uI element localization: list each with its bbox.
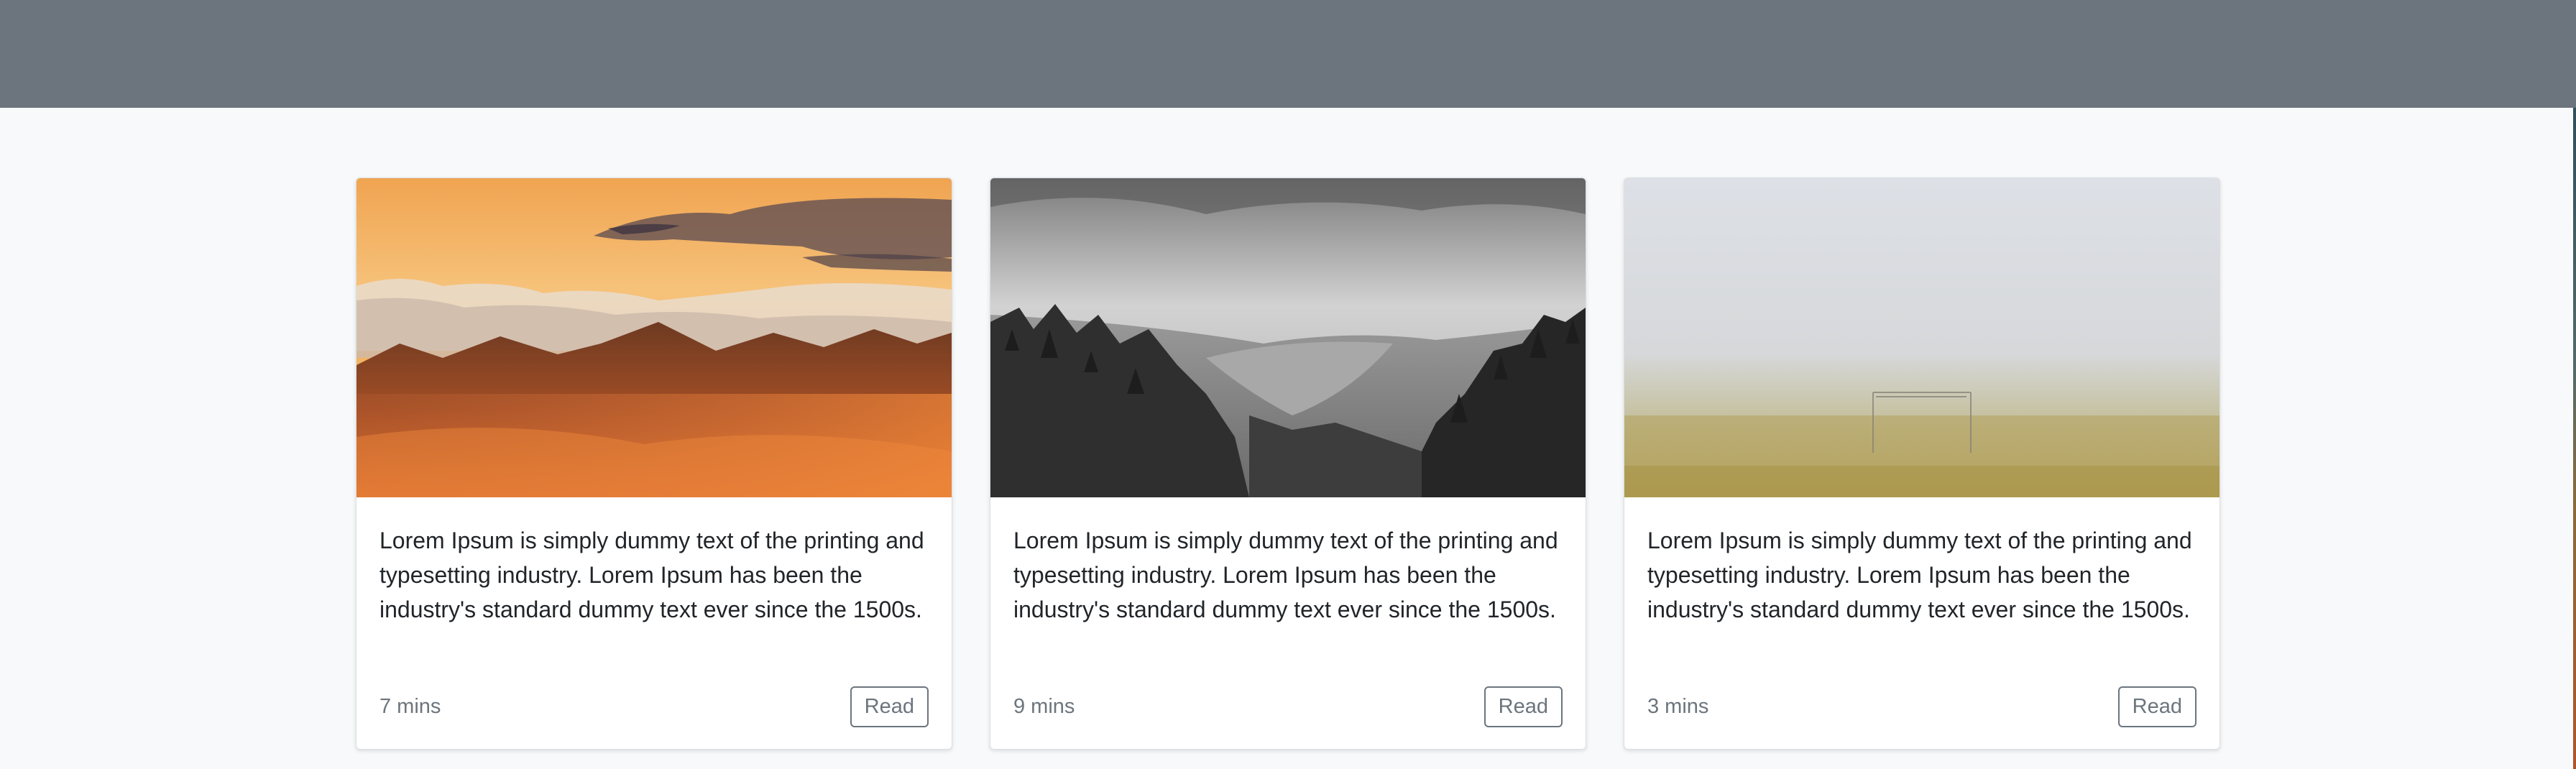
read-button[interactable]: Read — [2117, 686, 2196, 727]
card-image-forest-valley — [990, 178, 1586, 497]
read-button[interactable]: Read — [1484, 686, 1563, 727]
article-card-2: Lorem Ipsum is simply dummy text of the … — [990, 178, 1586, 750]
scrollbar-edge — [2573, 108, 2576, 769]
card-footer: 3 mins Read — [1647, 686, 2196, 727]
card-image-foggy-field — [1624, 178, 2220, 497]
read-duration: 3 mins — [1647, 695, 1709, 718]
card-description: Lorem Ipsum is simply dummy text of the … — [1647, 528, 2192, 622]
read-duration: 7 mins — [380, 695, 441, 718]
card-grid: Lorem Ipsum is simply dummy text of the … — [356, 178, 2220, 750]
card-footer: 9 mins Read — [1013, 686, 1563, 727]
article-card-3: Lorem Ipsum is simply dummy text of the … — [1624, 178, 2220, 750]
top-navbar — [0, 0, 2576, 108]
card-description: Lorem Ipsum is simply dummy text of the … — [1013, 528, 1558, 622]
card-footer: 7 mins Read — [380, 686, 929, 727]
read-button[interactable]: Read — [850, 686, 929, 727]
read-duration: 9 mins — [1013, 695, 1075, 718]
article-card-1: Lorem Ipsum is simply dummy text of the … — [356, 178, 952, 750]
card-description: Lorem Ipsum is simply dummy text of the … — [380, 528, 924, 622]
card-image-mountain-sunset — [356, 178, 952, 497]
